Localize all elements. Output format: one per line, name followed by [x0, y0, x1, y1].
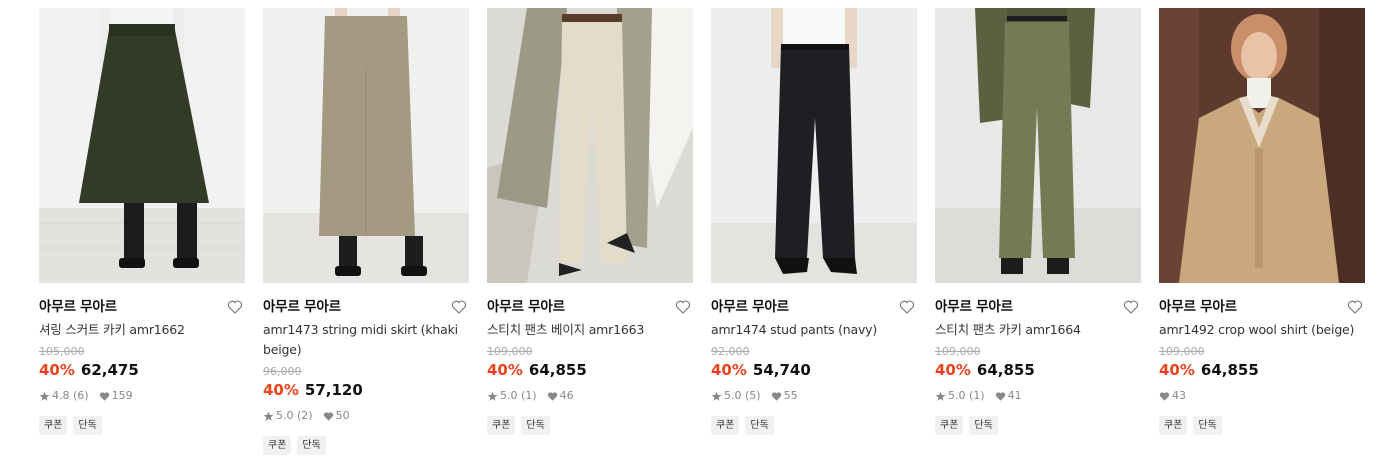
rating: 5.0: [500, 389, 518, 402]
product-image[interactable]: [935, 8, 1141, 283]
sale-price: 62,475: [80, 361, 139, 379]
heart-icon[interactable]: [451, 299, 467, 315]
like-count: 159: [111, 389, 133, 402]
rating: 5.0: [948, 389, 966, 402]
product-card[interactable]: 아무르 무아르 amr1473 string midi skirt (khaki…: [263, 8, 469, 455]
original-price: 109,000: [935, 345, 981, 358]
exclusive-tag: 단독: [73, 416, 102, 435]
review-count: (1): [969, 389, 985, 402]
product-name[interactable]: amr1473 string midi skirt (khaki beige): [263, 320, 469, 360]
discount-rate: 40%: [935, 361, 971, 379]
product-photo: [487, 8, 693, 283]
product-photo: [39, 8, 245, 283]
product-photo: [1159, 8, 1365, 283]
product-photo: [935, 8, 1141, 283]
exclusive-tag: 단독: [521, 416, 550, 435]
rating: 5.0: [276, 409, 294, 422]
original-price: 105,000: [39, 345, 85, 358]
review-count: (6): [73, 389, 89, 402]
product-name[interactable]: amr1492 crop wool shirt (beige): [1159, 320, 1365, 340]
review-count: (5): [745, 389, 761, 402]
star-icon: [39, 391, 50, 401]
brand-name[interactable]: 아무르 무아르: [487, 298, 693, 316]
coupon-tag: 쿠폰: [263, 436, 292, 455]
product-image[interactable]: [39, 8, 245, 283]
product-image[interactable]: [1159, 8, 1365, 283]
product-name[interactable]: 스티치 팬츠 베이지 amr1663: [487, 320, 693, 340]
exclusive-tag: 단독: [969, 416, 998, 435]
like-heart-icon: [323, 411, 333, 421]
brand-name[interactable]: 아무르 무아르: [711, 298, 917, 316]
original-price: 109,000: [1159, 345, 1205, 358]
original-price: 96,000: [263, 365, 302, 378]
product-card[interactable]: 아무르 무아르 amr1474 stud pants (navy) 92,000…: [711, 8, 917, 435]
exclusive-tag: 단독: [297, 436, 326, 455]
star-icon: [935, 391, 946, 401]
original-price: 92,000: [711, 345, 750, 358]
product-card[interactable]: 아무르 무아르 amr1492 crop wool shirt (beige) …: [1159, 8, 1365, 435]
coupon-tag: 쿠폰: [39, 416, 68, 435]
sale-price: 57,120: [304, 381, 363, 399]
product-card[interactable]: 아무르 무아르 셔링 스커트 카키 amr1662 105,000 40% 62,…: [39, 8, 245, 435]
product-card[interactable]: 아무르 무아르 스티치 팬츠 카키 amr1664 109,000 40% 64,…: [935, 8, 1141, 435]
like-heart-icon: [1159, 391, 1170, 401]
like-count: 55: [783, 389, 798, 402]
review-count: (2): [297, 409, 313, 422]
like-heart-icon: [995, 391, 1005, 401]
like-count: 41: [1007, 389, 1022, 402]
discount-rate: 40%: [39, 361, 75, 379]
coupon-tag: 쿠폰: [1159, 416, 1188, 435]
original-price: 109,000: [487, 345, 533, 358]
discount-rate: 40%: [711, 361, 747, 379]
discount-rate: 40%: [263, 381, 299, 399]
sale-price: 54,740: [752, 361, 811, 379]
rating: 4.8: [52, 389, 70, 402]
brand-name[interactable]: 아무르 무아르: [935, 298, 1141, 316]
sale-price: 64,855: [528, 361, 587, 379]
coupon-tag: 쿠폰: [711, 416, 740, 435]
exclusive-tag: 단독: [1193, 416, 1222, 435]
product-image[interactable]: [487, 8, 693, 283]
product-image[interactable]: [263, 8, 469, 283]
product-name[interactable]: amr1474 stud pants (navy): [711, 320, 917, 340]
heart-icon[interactable]: [227, 299, 243, 315]
star-icon: [487, 391, 498, 401]
like-heart-icon: [99, 391, 109, 401]
like-heart-icon: [771, 391, 781, 401]
like-count: 43: [1172, 389, 1186, 402]
brand-name[interactable]: 아무르 무아르: [39, 298, 245, 316]
discount-rate: 40%: [487, 361, 523, 379]
product-photo: [711, 8, 917, 283]
coupon-tag: 쿠폰: [487, 416, 516, 435]
heart-icon[interactable]: [675, 299, 691, 315]
exclusive-tag: 단독: [745, 416, 774, 435]
brand-name[interactable]: 아무르 무아르: [1159, 298, 1365, 316]
heart-icon[interactable]: [1123, 299, 1139, 315]
discount-rate: 40%: [1159, 361, 1195, 379]
star-icon: [711, 391, 722, 401]
product-grid: 아무르 무아르 셔링 스커트 카키 amr1662 105,000 40% 62,…: [0, 0, 1377, 466]
like-count: 46: [559, 389, 574, 402]
coupon-tag: 쿠폰: [935, 416, 964, 435]
product-name[interactable]: 스티치 팬츠 카키 amr1664: [935, 320, 1141, 340]
product-card[interactable]: 아무르 무아르 스티치 팬츠 베이지 amr1663 109,000 40% 64…: [487, 8, 693, 435]
brand-name[interactable]: 아무르 무아르: [263, 298, 469, 316]
like-count: 50: [335, 409, 350, 422]
heart-icon[interactable]: [1347, 299, 1363, 315]
product-image[interactable]: [711, 8, 917, 283]
sale-price: 64,855: [976, 361, 1035, 379]
rating: 5.0: [724, 389, 742, 402]
star-icon: [263, 411, 274, 421]
review-count: (1): [521, 389, 537, 402]
heart-icon[interactable]: [899, 299, 915, 315]
sale-price: 64,855: [1200, 361, 1259, 379]
like-heart-icon: [547, 391, 557, 401]
product-photo: [263, 8, 469, 283]
product-name[interactable]: 셔링 스커트 카키 amr1662: [39, 320, 245, 340]
